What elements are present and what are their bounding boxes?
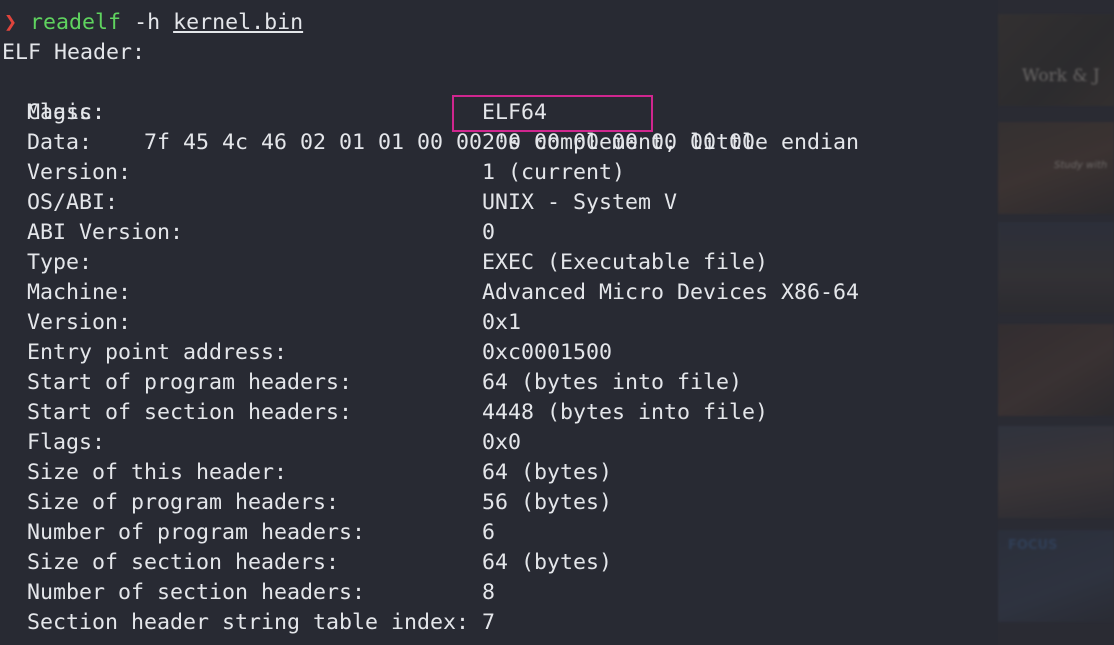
elf-field-row: Data: 2's complement, little endian: [0, 128, 990, 158]
thumbnail-sidebar: Work & J Study with FOCUS: [998, 0, 1114, 645]
thumbnail-focus[interactable]: FOCUS: [998, 530, 1114, 622]
elf-field-label: Version:: [27, 160, 132, 185]
elf-field-value: 1 (current): [482, 160, 626, 185]
elf-field-value: 0x0: [482, 430, 522, 455]
elf-field-value: 4448 (bytes into file): [482, 400, 769, 425]
elf-field-value: 0xc0001500: [482, 340, 613, 365]
elf-field-label: Entry point address:: [27, 340, 288, 365]
elf-field-value: 64 (bytes): [482, 460, 613, 485]
elf-field-label: Version:: [27, 310, 132, 335]
elf-field-row: Entry point address: 0xc0001500: [0, 338, 990, 368]
terminal-window[interactable]: ❯ readelf -h kernel.bin ELF Header: Magi…: [0, 0, 1114, 645]
elf-field-label: Machine:: [27, 280, 132, 305]
thumbnail-study[interactable]: Study with: [998, 122, 1114, 214]
elf-field-value: 56 (bytes): [482, 490, 613, 515]
elf-field-row: Number of section headers: 8: [0, 578, 990, 608]
elf-field-row: Machine: Advanced Micro Devices X86-64: [0, 278, 990, 308]
elf-field-value: 0: [482, 220, 496, 245]
elf-field-value: 0x1: [482, 310, 522, 335]
thumbnail-caption-study: Study with: [1054, 160, 1108, 171]
elf-field-row: Flags: 0x0: [0, 428, 990, 458]
elf-field-value: UNIX - System V: [482, 190, 678, 215]
elf-field-value: 8: [482, 580, 496, 605]
elf-field-row: OS/ABI: UNIX - System V: [0, 188, 990, 218]
elf-field-value: 7: [482, 610, 496, 635]
elf-field-row: Section header string table index: 7: [0, 608, 990, 638]
elf-field-label: Number of program headers:: [27, 520, 366, 545]
elf-field-value: 6: [482, 520, 496, 545]
elf-field-value: 64 (bytes): [482, 550, 613, 575]
elf-field-value: Advanced Micro Devices X86-64: [482, 280, 860, 305]
elf-field-value: EXEC (Executable file): [482, 250, 769, 275]
elf-field-row: Start of program headers: 64 (bytes into …: [0, 368, 990, 398]
elf-field-label: Start of section headers:: [27, 400, 353, 425]
command-name: readelf: [30, 10, 122, 35]
thumbnail-caption-work: Work & J: [1022, 66, 1100, 86]
prompt-line: ❯ readelf -h kernel.bin: [4, 8, 303, 38]
elf-header-title: ELF Header:: [2, 40, 146, 65]
elf-field-row: Type: EXEC (Executable file): [0, 248, 990, 278]
thumbnail-5[interactable]: [998, 426, 1114, 518]
thumbnail-work[interactable]: Work & J: [998, 14, 1114, 106]
elf-field-row: ABI Version: 0: [0, 218, 990, 248]
command-file-arg: kernel.bin: [173, 10, 304, 35]
elf-field-label: Start of program headers:: [27, 370, 353, 395]
elf-field-label: ABI Version:: [27, 220, 184, 245]
elf-field-row: Size of program headers: 56 (bytes): [0, 488, 990, 518]
elf-field-row: Size of this header: 64 (bytes): [0, 458, 990, 488]
elf-field-label: Size of program headers:: [27, 490, 340, 515]
prompt-arrow-icon: ❯: [4, 10, 18, 35]
elf-field-row: Size of section headers: 64 (bytes): [0, 548, 990, 578]
command-flag: -h: [134, 10, 161, 35]
elf-field-label: OS/ABI:: [27, 190, 119, 215]
elf-field-label: Size of this header:: [27, 460, 288, 485]
elf-field-label: Number of section headers:: [27, 580, 366, 605]
thumbnail-3[interactable]: [998, 222, 1114, 314]
elf-field-value: 64 (bytes into file): [482, 370, 743, 395]
elf-field-label: Section header string table index:: [27, 610, 470, 635]
elf-field-label: Data:: [27, 130, 93, 155]
elf-field-row: Number of program headers: 6: [0, 518, 990, 548]
elf-field-label: Flags:: [27, 430, 106, 455]
elf-field-label: Size of section headers:: [27, 550, 340, 575]
elf-field-label: Type:: [27, 250, 93, 275]
magic-row: Magic: 7f 45 4c 46 02 01 01 00 00 00 00 …: [0, 68, 990, 155]
elf-field-row: Version: 0x1: [0, 308, 990, 338]
elf-field-value: 2's complement, little endian: [482, 130, 860, 155]
elf-field-label: Class:: [27, 100, 106, 125]
elf-field-row: Start of section headers: 4448 (bytes int…: [0, 398, 990, 428]
thumbnail-caption-focus: FOCUS: [1008, 538, 1058, 553]
elf-field-row: Version: 1 (current): [0, 158, 990, 188]
highlight-box: [452, 95, 653, 132]
thumbnail-4[interactable]: [998, 324, 1114, 416]
